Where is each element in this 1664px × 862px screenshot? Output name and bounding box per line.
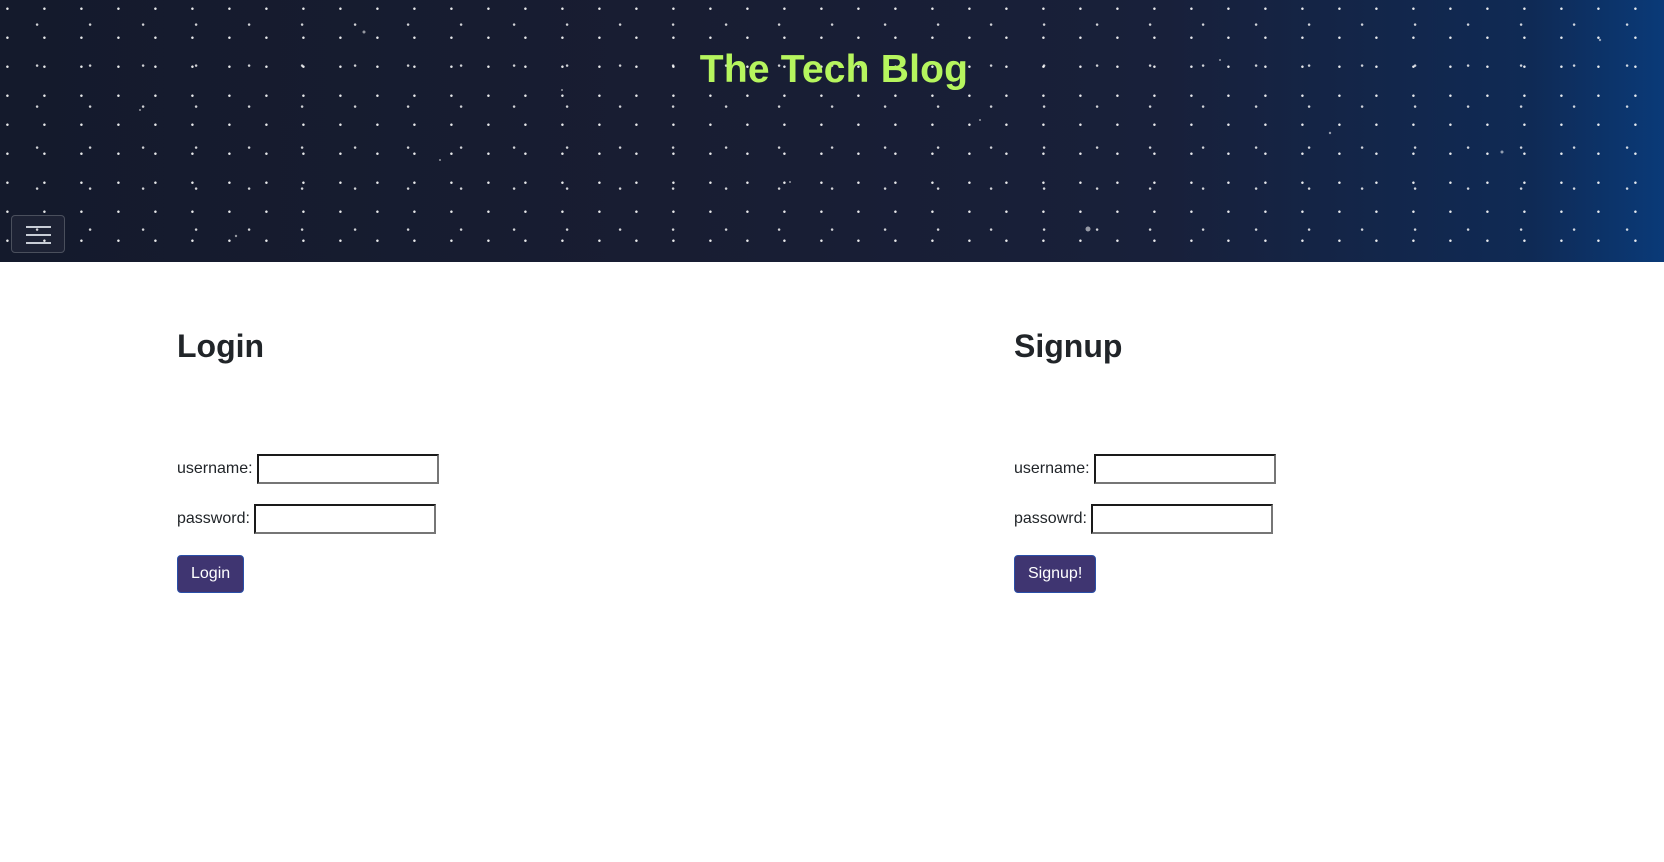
menu-bar bbox=[26, 242, 51, 244]
signup-username-label: username: bbox=[1014, 460, 1090, 477]
login-password-input[interactable] bbox=[253, 504, 436, 534]
signup-username-input[interactable] bbox=[1093, 454, 1276, 484]
login-username-row: username: bbox=[177, 454, 439, 484]
login-username-label: username: bbox=[177, 460, 253, 477]
login-button[interactable]: Login bbox=[177, 555, 245, 593]
login-username-input[interactable] bbox=[256, 454, 439, 484]
signup-password-label: passowrd: bbox=[1014, 510, 1087, 527]
signup-password-input[interactable] bbox=[1090, 504, 1273, 534]
login-password-row: password: bbox=[177, 504, 436, 534]
signup-panel: Signup username: passowrd: Signup! bbox=[1014, 326, 1276, 593]
hamburger-menu-icon[interactable] bbox=[11, 215, 65, 253]
starfield-background bbox=[139, 30, 1602, 238]
login-panel: Login username: password: Login bbox=[177, 326, 439, 593]
site-header: The Tech Blog bbox=[0, 0, 1664, 262]
site-title[interactable]: The Tech Blog bbox=[0, 48, 1664, 92]
signup-heading: Signup bbox=[1014, 328, 1123, 364]
signup-username-row: username: bbox=[1014, 454, 1276, 484]
login-password-label: password: bbox=[177, 510, 250, 527]
login-heading: Login bbox=[177, 328, 265, 364]
menu-bar bbox=[26, 234, 51, 236]
signup-button[interactable]: Signup! bbox=[1014, 555, 1097, 593]
menu-bar bbox=[26, 226, 51, 228]
signup-password-row: passowrd: bbox=[1014, 504, 1273, 534]
